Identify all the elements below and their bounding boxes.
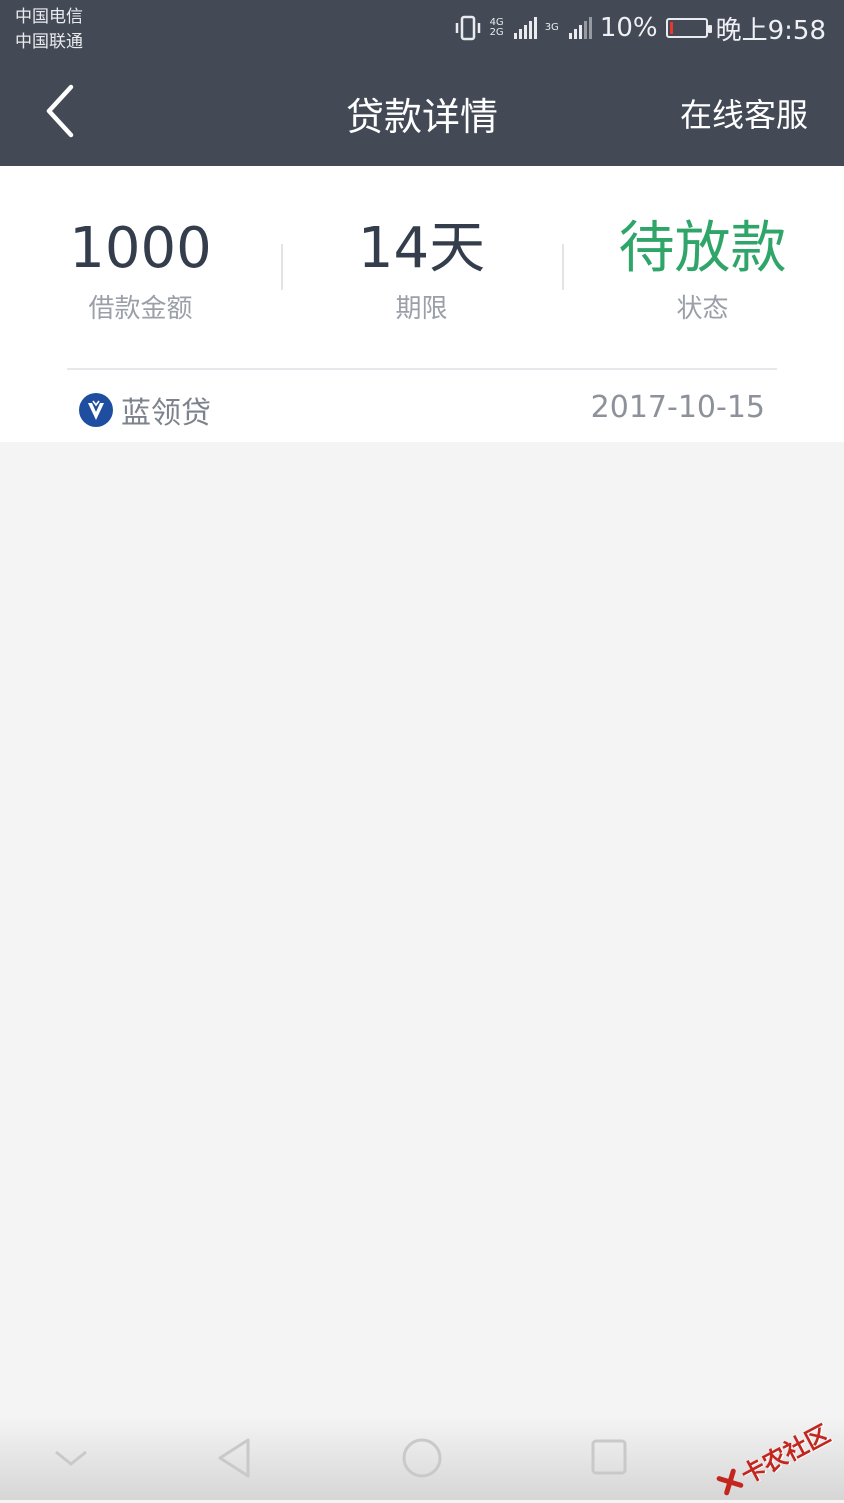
battery-percent: 10% xyxy=(599,13,658,43)
product-row: 蓝领贷 xyxy=(79,388,211,432)
status-value: 待放款 xyxy=(618,216,787,281)
top-bar: 中国电信 中国联通 4G 2G 3G 10% 晚上9:58 贷款详情 在线客服 xyxy=(0,0,844,166)
system-nav-bar: 卡农社区 xyxy=(0,1416,844,1500)
watermark-text: 卡农社区 xyxy=(736,1419,835,1490)
bluecollar-loan-logo-icon xyxy=(79,393,113,427)
hide-nav-button[interactable] xyxy=(46,1436,96,1480)
nav-bar: 贷款详情 在线客服 xyxy=(0,56,844,166)
amount-label: 借款金额 xyxy=(88,294,193,324)
nav-recents-button[interactable] xyxy=(584,1436,634,1480)
network-tag-3g: 3G xyxy=(544,22,559,33)
watermark: 卡农社区 xyxy=(711,1414,835,1502)
chevron-down-icon xyxy=(55,1450,87,1466)
amount-stat: 1000 借款金额 xyxy=(0,214,281,325)
nav-back-button[interactable] xyxy=(210,1436,260,1480)
carrier-1: 中国电信 xyxy=(15,7,83,27)
loan-summary-card: 1000 借款金额 14天 期限 待放款 状态 蓝领贷 2017-10-15 xyxy=(0,166,844,442)
loan-date: 2017-10-15 xyxy=(590,390,765,425)
status-stat: 待放款 状态 xyxy=(562,214,843,325)
network-tag-2g: 2G xyxy=(489,27,504,38)
online-service-button[interactable]: 在线客服 xyxy=(680,90,808,136)
product-name: 蓝领贷 xyxy=(121,396,211,431)
signal-icon-2 xyxy=(568,17,592,39)
term-stat: 14天 期限 xyxy=(281,214,562,325)
carrier-2: 中国联通 xyxy=(15,32,83,52)
network-tags: 4G 2G xyxy=(490,18,506,38)
term-value: 14天 xyxy=(357,216,486,281)
nav-home-button[interactable] xyxy=(397,1436,447,1480)
status-indicators: 4G 2G 3G 10% 晚上9:58 xyxy=(454,8,826,48)
term-label: 期限 xyxy=(395,294,448,324)
clock: 晚上9:58 xyxy=(715,15,826,46)
home-circle-icon xyxy=(402,1438,442,1478)
carrier-info: 中国电信 中国联通 xyxy=(15,5,83,55)
horizontal-divider xyxy=(67,368,777,370)
signal-icon-1 xyxy=(513,17,537,39)
status-label: 状态 xyxy=(676,294,729,324)
recents-square-icon xyxy=(591,1439,627,1475)
battery-level-fill xyxy=(669,22,673,34)
battery-icon xyxy=(665,18,712,38)
back-triangle-icon xyxy=(218,1438,250,1478)
vibrate-icon xyxy=(454,14,482,42)
amount-value: 1000 xyxy=(69,216,212,281)
